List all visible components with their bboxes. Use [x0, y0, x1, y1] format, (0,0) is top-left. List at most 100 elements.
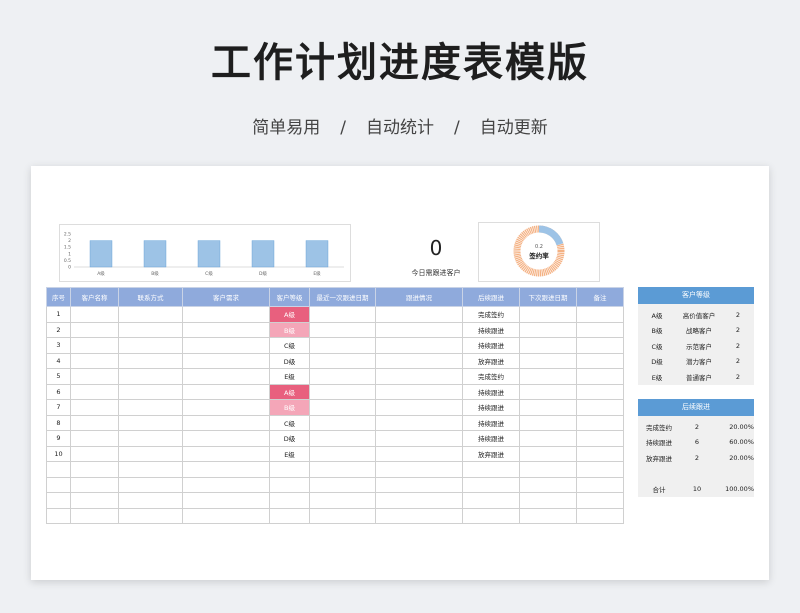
table-cell[interactable] — [519, 476, 577, 493]
grade-count[interactable]: 2 — [722, 369, 754, 385]
table-cell[interactable] — [576, 492, 624, 509]
followup-count[interactable]: 2 — [680, 419, 714, 435]
table-cell[interactable]: 持续跟进 — [462, 430, 520, 447]
table-cell[interactable] — [70, 306, 119, 323]
table-cell[interactable] — [462, 461, 520, 478]
table-cell[interactable] — [375, 430, 463, 447]
table-cell[interactable] — [576, 476, 624, 493]
grade-level[interactable]: D级 — [638, 354, 676, 370]
table-cell[interactable] — [375, 352, 463, 369]
table-cell[interactable] — [375, 306, 463, 323]
table-cell[interactable] — [182, 383, 270, 400]
followup-count[interactable]: 2 — [680, 450, 714, 466]
table-cell[interactable] — [118, 399, 183, 416]
table-cell[interactable]: 放弃跟进 — [462, 352, 520, 369]
table-cell[interactable] — [182, 352, 270, 369]
table-cell[interactable] — [269, 492, 310, 509]
table-cell[interactable]: A级 — [269, 383, 310, 400]
table-cell[interactable] — [519, 306, 577, 323]
table-cell[interactable] — [269, 476, 310, 493]
table-cell[interactable] — [375, 461, 463, 478]
grade-desc[interactable]: 战略客户 — [676, 323, 722, 339]
table-cell[interactable]: 完成签约 — [462, 368, 520, 385]
table-cell[interactable] — [309, 306, 376, 323]
table-cell[interactable] — [70, 492, 119, 509]
table-cell[interactable]: 持续跟进 — [462, 383, 520, 400]
grade-desc[interactable]: 潜力客户 — [676, 354, 722, 370]
table-cell[interactable] — [70, 352, 119, 369]
table-cell[interactable] — [118, 368, 183, 385]
followup-status[interactable] — [638, 466, 680, 482]
grade-level[interactable]: B级 — [638, 323, 676, 339]
table-cell[interactable] — [309, 414, 376, 431]
grade-level[interactable]: E级 — [638, 369, 676, 385]
table-cell[interactable] — [182, 368, 270, 385]
table-cell[interactable] — [182, 414, 270, 431]
table-cell[interactable] — [309, 476, 376, 493]
table-cell[interactable] — [309, 492, 376, 509]
table-cell[interactable] — [576, 445, 624, 462]
table-cell[interactable] — [46, 507, 71, 524]
table-cell[interactable] — [309, 383, 376, 400]
table-cell[interactable] — [70, 461, 119, 478]
followup-count[interactable]: 10 — [680, 482, 714, 498]
table-cell[interactable]: 6 — [46, 383, 71, 400]
table-cell[interactable] — [519, 414, 577, 431]
table-cell[interactable] — [576, 306, 624, 323]
table-cell[interactable] — [576, 430, 624, 447]
table-cell[interactable] — [118, 476, 183, 493]
table-cell[interactable] — [118, 492, 183, 509]
table-cell[interactable] — [182, 461, 270, 478]
table-cell[interactable]: 10 — [46, 445, 71, 462]
table-cell[interactable] — [182, 445, 270, 462]
table-cell[interactable] — [519, 383, 577, 400]
grade-count[interactable]: 2 — [722, 338, 754, 354]
table-cell[interactable] — [576, 383, 624, 400]
table-cell[interactable] — [118, 383, 183, 400]
table-cell[interactable] — [519, 337, 577, 354]
followup-status[interactable]: 合计 — [638, 482, 680, 498]
table-cell[interactable] — [118, 337, 183, 354]
table-cell[interactable]: B级 — [269, 321, 310, 338]
grade-desc[interactable]: 普通客户 — [676, 369, 722, 385]
followup-percent[interactable] — [714, 466, 754, 482]
table-cell[interactable]: 持续跟进 — [462, 337, 520, 354]
followup-percent[interactable]: 100.00% — [714, 482, 754, 498]
table-cell[interactable] — [375, 368, 463, 385]
followup-percent[interactable]: 60.00% — [714, 435, 754, 451]
table-cell[interactable] — [519, 399, 577, 416]
table-cell[interactable] — [182, 430, 270, 447]
followup-status[interactable]: 持续跟进 — [638, 435, 680, 451]
table-cell[interactable] — [70, 383, 119, 400]
table-cell[interactable] — [576, 507, 624, 524]
table-cell[interactable] — [309, 430, 376, 447]
followup-percent[interactable]: 20.00% — [714, 419, 754, 435]
followup-count[interactable]: 6 — [680, 435, 714, 451]
table-cell[interactable]: 3 — [46, 337, 71, 354]
table-cell[interactable]: 8 — [46, 414, 71, 431]
grade-count[interactable]: 2 — [722, 323, 754, 339]
grade-desc[interactable]: 高价值客户 — [676, 307, 722, 323]
grade-level[interactable]: C级 — [638, 338, 676, 354]
table-cell[interactable] — [46, 461, 71, 478]
table-cell[interactable] — [269, 461, 310, 478]
table-cell[interactable] — [519, 368, 577, 385]
table-cell[interactable] — [309, 352, 376, 369]
table-cell[interactable] — [576, 352, 624, 369]
table-cell[interactable] — [118, 352, 183, 369]
table-cell[interactable]: E级 — [269, 445, 310, 462]
table-cell[interactable] — [576, 461, 624, 478]
table-cell[interactable] — [70, 414, 119, 431]
table-cell[interactable] — [46, 492, 71, 509]
table-cell[interactable] — [70, 321, 119, 338]
table-cell[interactable] — [182, 321, 270, 338]
table-cell[interactable] — [309, 507, 376, 524]
table-cell[interactable] — [269, 507, 310, 524]
table-cell[interactable] — [576, 321, 624, 338]
table-cell[interactable] — [576, 399, 624, 416]
table-cell[interactable] — [118, 321, 183, 338]
table-cell[interactable] — [118, 507, 183, 524]
table-cell[interactable]: C级 — [269, 414, 310, 431]
table-cell[interactable] — [182, 399, 270, 416]
table-cell[interactable] — [70, 476, 119, 493]
